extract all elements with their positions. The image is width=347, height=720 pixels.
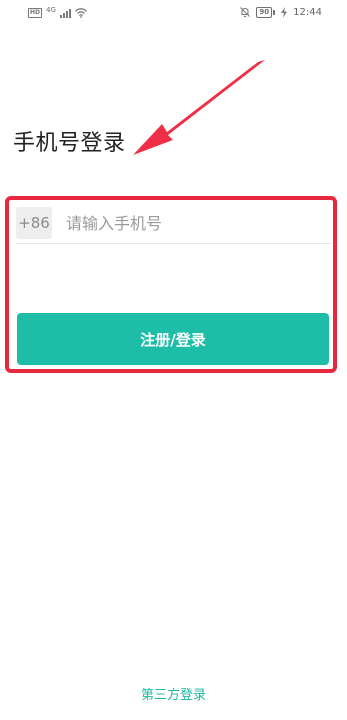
- phone-input-row: +86: [16, 203, 331, 244]
- status-right-group: 90 12:44: [239, 6, 322, 18]
- charging-icon: [281, 6, 288, 18]
- clock: 12:44: [293, 6, 322, 18]
- status-left-group: HD 4G: [28, 6, 87, 18]
- status-bar: HD 4G 90 12:44: [0, 0, 347, 28]
- battery-icon: 90: [256, 6, 276, 18]
- network-type: 4G: [46, 6, 56, 14]
- page-title: 手机号登录: [13, 131, 126, 156]
- battery-level: 90: [256, 6, 273, 18]
- register-login-button[interactable]: 注册/登录: [17, 313, 329, 365]
- signal-icon: [59, 8, 71, 18]
- mute-icon: [240, 7, 251, 18]
- battery-tip: [273, 9, 276, 15]
- country-code-selector[interactable]: +86: [16, 207, 52, 239]
- wifi-icon: [74, 8, 87, 18]
- phone-input[interactable]: [66, 213, 306, 233]
- hd-badge: HD: [28, 8, 43, 18]
- third-party-login-link[interactable]: 第三方登录: [0, 687, 347, 705]
